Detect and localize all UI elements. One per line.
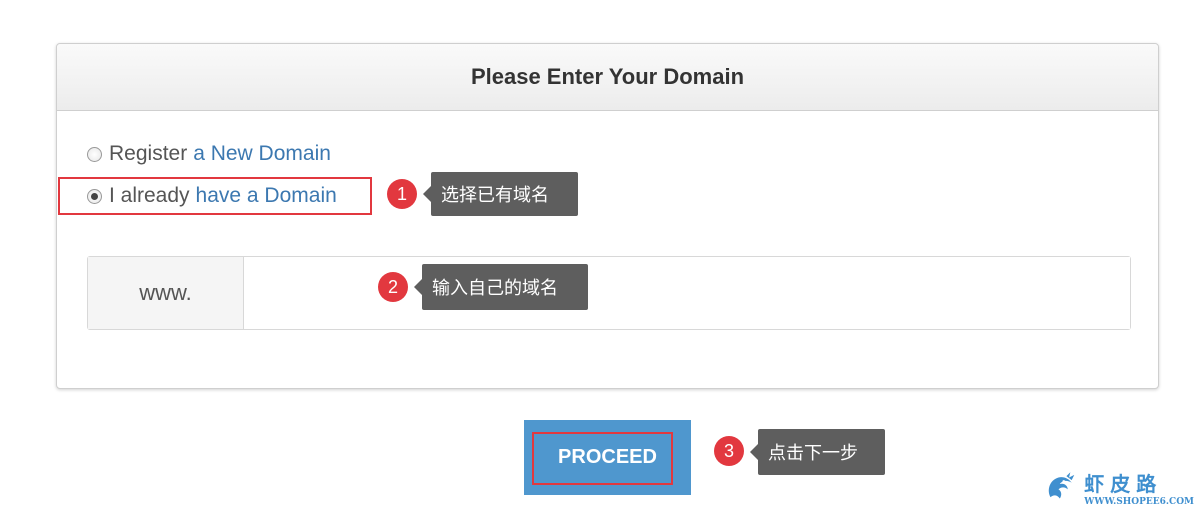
- panel-header: Please Enter Your Domain: [57, 44, 1158, 111]
- www-prefix: www.: [88, 257, 244, 329]
- register-label: Register: [109, 142, 188, 165]
- proceed-highlight: [532, 432, 673, 485]
- watermark: 虾皮路 WWW.SHOPEE6.COM: [1044, 460, 1194, 515]
- register-radio[interactable]: [87, 146, 102, 162]
- dragon-logo-icon: [1048, 471, 1075, 499]
- domain-input[interactable]: [244, 257, 1130, 329]
- domain-panel: Please Enter Your Domain Register a New …: [56, 43, 1159, 389]
- watermark-url: WWW.SHOPEE6.COM: [1084, 497, 1194, 507]
- existing-option-highlight: [58, 177, 372, 215]
- step-1-badge: 1: [387, 179, 417, 209]
- watermark-name: 虾皮路: [1084, 474, 1163, 496]
- panel-title: Please Enter Your Domain: [470, 64, 745, 89]
- register-new-domain-option[interactable]: Register a New Domain: [87, 142, 331, 166]
- step-3-badge: 3: [714, 436, 744, 466]
- step-2-tooltip: 输入自己的域名: [414, 264, 588, 310]
- register-link[interactable]: a New Domain: [193, 142, 331, 166]
- step-1-tooltip: 选择已有域名: [423, 172, 578, 216]
- step-2-badge: 2: [378, 272, 408, 302]
- step-3-tooltip: 点击下一步: [750, 429, 885, 475]
- domain-input-group: www.: [87, 256, 1131, 330]
